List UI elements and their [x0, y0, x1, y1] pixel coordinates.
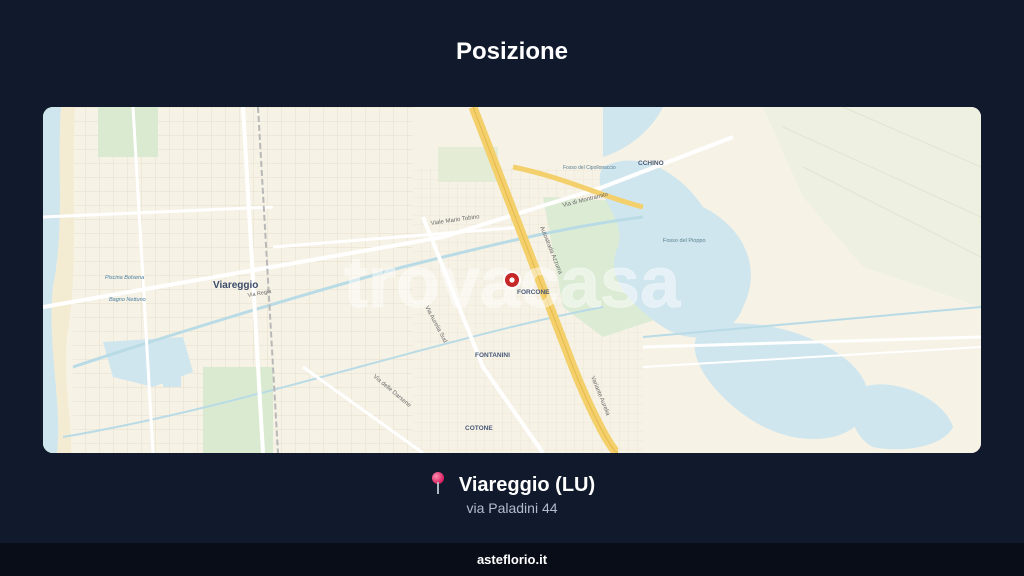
park [98, 107, 158, 157]
location-title: Viareggio (LU) [0, 472, 1024, 497]
footer-site[interactable]: asteflorio.it [477, 552, 547, 567]
water-label: Fosso del Pioppo [663, 238, 706, 244]
location-address: via Paladini 44 [466, 500, 558, 516]
water-label: Fosso del Cipollonaccio [563, 165, 616, 171]
harbour-basin [163, 347, 181, 387]
map-label-cchino: CCHINO [638, 160, 664, 167]
map-label-cotone: COTONE [465, 425, 493, 432]
page-title: Posizione [455, 38, 569, 65]
location-pin-icon[interactable] [503, 271, 521, 289]
poi-label: Piscina Bolsena [105, 275, 144, 281]
location-city: Viareggio (LU) [458, 474, 596, 496]
map-canvas[interactable]: trovacasa Viareggio FORCONE FONTANINI CO… [43, 107, 981, 453]
footer: asteflorio.it [0, 543, 1024, 576]
pushpin-icon [429, 472, 449, 494]
map-label-city: Viareggio [213, 280, 258, 291]
poi-label: Bagno Nettuno [109, 297, 146, 303]
map-label-forcone: FORCONE [517, 289, 550, 296]
map-label-fontanini: FONTANINI [475, 352, 510, 359]
map-container[interactable]: trovacasa Viareggio FORCONE FONTANINI CO… [43, 107, 981, 453]
